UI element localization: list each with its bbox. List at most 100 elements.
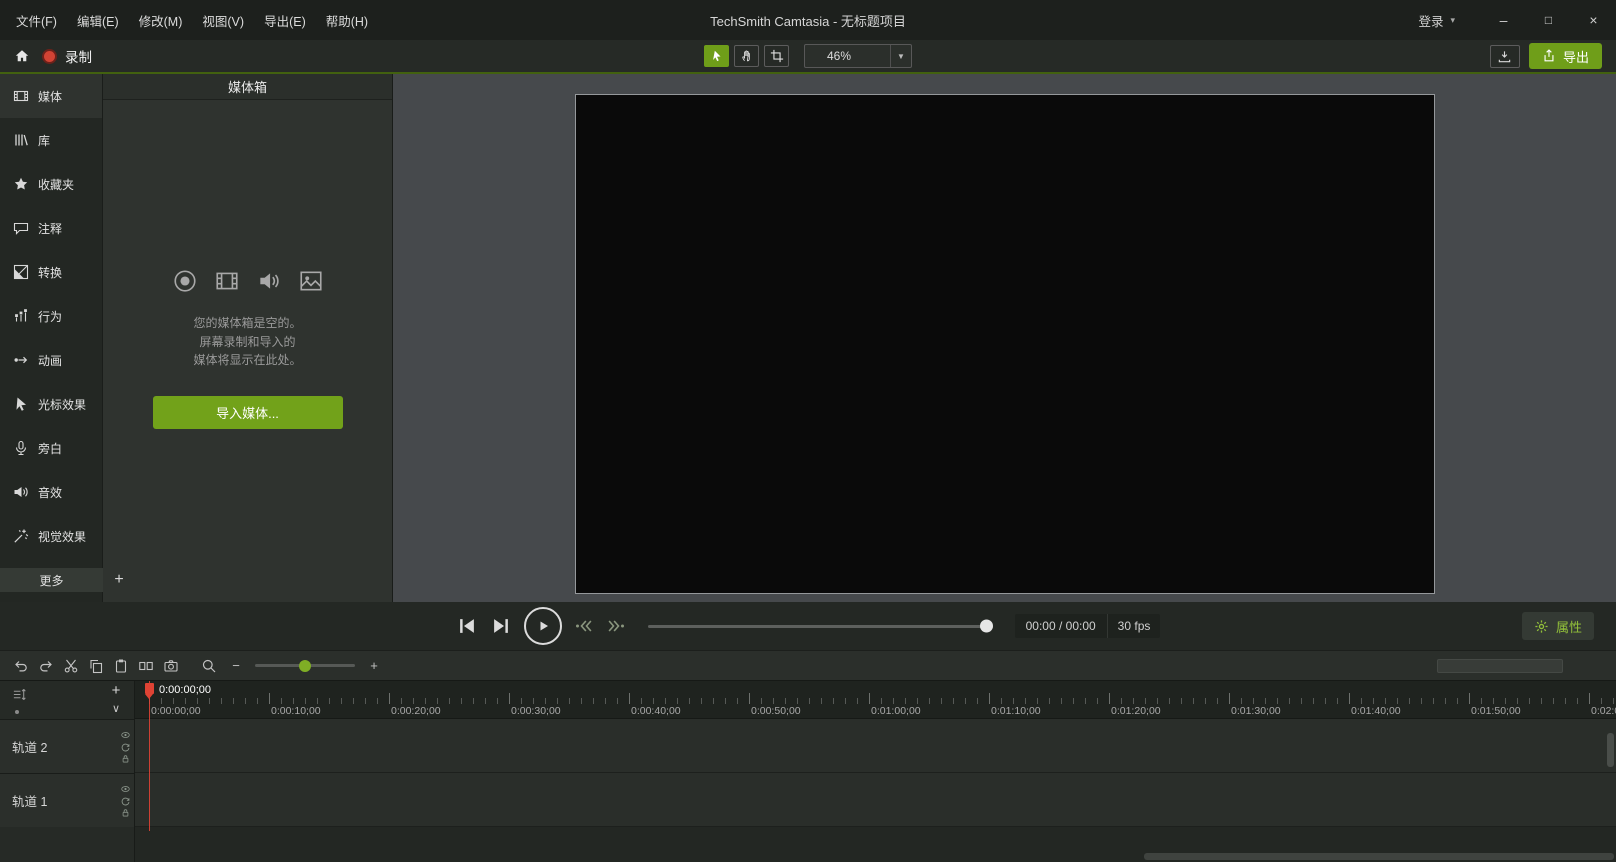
undo-button[interactable] (8, 654, 33, 677)
paste-button[interactable] (108, 654, 133, 677)
track-header-column: + ∨ 轨道 2 轨道 1 (0, 681, 135, 862)
menu-file[interactable]: 文件(F) (16, 11, 57, 30)
jump-forward-button[interactable] (606, 616, 626, 636)
zoom-in-button[interactable]: + (366, 654, 382, 677)
track-header[interactable]: 轨道 1 (0, 773, 134, 827)
cut-button[interactable] (58, 654, 83, 677)
sidebar-item-label: 动画 (38, 352, 62, 369)
import-media-button[interactable]: 导入媒体... (153, 396, 343, 429)
record-circle-icon (172, 268, 198, 294)
ruler-label: 0:00:10;00 (271, 705, 321, 717)
record-button[interactable]: 录制 (42, 46, 92, 66)
sidebar-item-media[interactable]: 媒体 (0, 74, 102, 118)
playback-slider-thumb[interactable] (980, 620, 993, 633)
snapshot-button[interactable] (158, 654, 183, 677)
home-button[interactable] (14, 48, 30, 64)
sidebar-item-transitions[interactable]: 转换 (0, 250, 102, 294)
play-button[interactable] (524, 607, 562, 645)
previous-frame-button[interactable] (456, 615, 478, 637)
zoom-out-button[interactable]: − (228, 654, 244, 677)
filmstrip-icon (214, 268, 240, 294)
collapse-tracks-button[interactable]: ∨ (106, 699, 126, 717)
menu-modify[interactable]: 修改(M) (139, 11, 183, 30)
pan-tool-button[interactable] (734, 45, 759, 67)
vertical-scrollbar-thumb[interactable] (1607, 733, 1614, 767)
menu-view[interactable]: 视图(V) (202, 11, 244, 30)
track-header[interactable]: 轨道 2 (0, 719, 134, 773)
record-label: 录制 (65, 46, 92, 66)
sidebar-item-visual-effects[interactable]: 视觉效果 (0, 514, 102, 558)
track-loop-icon[interactable] (120, 795, 131, 806)
copy-button[interactable] (83, 654, 108, 677)
menu-export[interactable]: 导出(E) (264, 11, 306, 30)
sidebar-item-label: 转换 (38, 264, 62, 281)
next-frame-button[interactable] (490, 615, 512, 637)
sidebar-item-annotations[interactable]: 注释 (0, 206, 102, 250)
redo-button[interactable] (33, 654, 58, 677)
timeline-scrollbar-thumb[interactable] (1437, 659, 1563, 673)
track-visibility-icon[interactable] (120, 729, 131, 740)
export-button[interactable]: 导出 (1529, 43, 1602, 69)
ruler-major-ticks (149, 693, 1616, 704)
next-frame-icon (490, 615, 512, 637)
menu-help[interactable]: 帮助(H) (326, 11, 368, 30)
track-name: 轨道 1 (12, 791, 47, 810)
track-lock-icon[interactable] (120, 753, 131, 764)
crop-tool-button[interactable] (764, 45, 789, 67)
transitions-icon (13, 264, 29, 280)
close-button[interactable]: × (1571, 0, 1616, 40)
sidebar-item-label: 旁白 (38, 440, 62, 457)
playhead-line[interactable] (149, 681, 150, 831)
sidebar-item-cursor-effects[interactable]: 光标效果 (0, 382, 102, 426)
empty-state-icons (172, 268, 324, 294)
canvas-zoom-dropdown[interactable]: 46% ▼ (804, 44, 912, 68)
sidebar-item-favorites[interactable]: 收藏夹 (0, 162, 102, 206)
audio-icon (256, 268, 282, 294)
timeline-ruler[interactable]: 0:00:00;00 0:00:10;00 0:00:20;00 0:00:30… (135, 681, 1616, 719)
sidebar-item-audio-effects[interactable]: 音效 (0, 470, 102, 514)
animations-icon (13, 352, 29, 368)
download-button[interactable] (1490, 45, 1520, 68)
sidebar-item-voice-narration[interactable]: 旁白 (0, 426, 102, 470)
preview-canvas[interactable] (575, 94, 1435, 594)
empty-line-1: 您的媒体箱是空的。 (193, 314, 301, 333)
speaker-icon (13, 484, 29, 500)
menu-edit[interactable]: 编辑(E) (77, 11, 119, 30)
media-bin-tab[interactable]: 媒体箱 (103, 74, 392, 100)
ruler-label: 0:01:00;00 (871, 705, 921, 717)
horizontal-scrollbar-thumb[interactable] (1144, 853, 1614, 860)
minimize-button[interactable]: – (1481, 0, 1526, 40)
undo-icon (13, 658, 29, 674)
split-button[interactable] (133, 654, 158, 677)
track-height-icon[interactable] (12, 687, 27, 702)
track-column-controls: + ∨ (0, 681, 134, 719)
track-lane-1[interactable] (135, 773, 1616, 827)
menu-list: 文件(F) 编辑(E) 修改(M) 视图(V) 导出(E) 帮助(H) (0, 11, 368, 30)
add-tab-button[interactable]: + (106, 568, 132, 592)
sidebar-item-behaviors[interactable]: 行为 (0, 294, 102, 338)
playback-slider[interactable] (648, 625, 993, 628)
sidebar-more-button[interactable]: 更多 (0, 568, 103, 592)
sign-in-button[interactable]: 登录 ▾ (1418, 11, 1455, 30)
track-visibility-icon[interactable] (120, 783, 131, 794)
maximize-button[interactable]: □ (1526, 0, 1571, 40)
cursor-effects-icon (13, 396, 29, 412)
ruler-label: 0:02:00;00 (1591, 705, 1616, 717)
properties-button[interactable]: 属性 (1522, 612, 1594, 640)
timeline-zoom-thumb[interactable] (299, 660, 311, 672)
track-loop-icon[interactable] (120, 741, 131, 752)
sidebar-item-animations[interactable]: 动画 (0, 338, 102, 382)
select-tool-button[interactable] (704, 45, 729, 67)
add-track-button[interactable]: + (106, 681, 126, 700)
timeline-toolbar: − + (0, 650, 1616, 680)
track-lock-icon[interactable] (120, 807, 131, 818)
ruler-label: 0:00:00;00 (151, 705, 201, 717)
sidebar-item-library[interactable]: 库 (0, 118, 102, 162)
playhead-time: 0:00:00;00 (159, 684, 211, 696)
jump-back-button[interactable] (574, 616, 594, 636)
timeline: + ∨ 轨道 2 轨道 1 (0, 680, 1616, 862)
track-lane-2[interactable] (135, 719, 1616, 773)
timeline-zoom-slider[interactable] (255, 664, 355, 667)
sign-in-label: 登录 (1418, 11, 1443, 30)
sidebar-item-label: 视觉效果 (38, 528, 86, 545)
